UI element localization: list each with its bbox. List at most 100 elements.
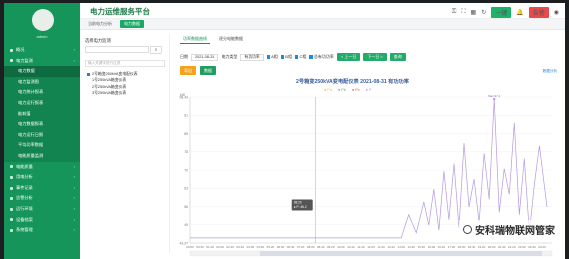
- legend-item[interactable]: Pa: [324, 88, 332, 92]
- sidebar-item[interactable]: 设备档案 ›: [4, 215, 80, 226]
- fullscreen-icon[interactable]: ⛶: [461, 9, 465, 16]
- menu-icon: [10, 48, 13, 52]
- action-bar: 导出 数据: [180, 66, 216, 75]
- sidebar-item-label: 事件记录: [16, 184, 33, 190]
- chevron-right-icon: ›: [73, 57, 75, 63]
- export-button[interactable]: 导出: [180, 66, 196, 75]
- sidebar-item-label: 平均功率数据: [18, 142, 44, 148]
- type-select[interactable]: 有功功率: [240, 53, 264, 61]
- x-tick-label: 22:00: [518, 245, 526, 249]
- sidebar-item[interactable]: 电力数据报表: [4, 119, 80, 130]
- grid-icon[interactable]: ▦: [471, 9, 477, 16]
- x-tick-label: 13:20: [387, 245, 395, 249]
- sidebar-item[interactable]: 系统管理 ›: [4, 225, 80, 236]
- x-tick-label: 08:00: [307, 245, 315, 249]
- quick-button[interactable]: 一键: [491, 7, 512, 18]
- menu-icon: [10, 207, 13, 211]
- sidebar-item-label: 设备档案: [16, 216, 33, 222]
- search-icon[interactable]: ⌕: [150, 45, 162, 54]
- x-tick-label: 18:00: [458, 245, 466, 249]
- sidebar-item[interactable]: 电力数据: [4, 66, 80, 77]
- data-button[interactable]: 数据: [200, 66, 216, 75]
- tab-power-analysis[interactable]: 当前电力分析: [88, 21, 112, 27]
- sidebar-item-label: 电力监测: [16, 57, 33, 63]
- sidebar-item[interactable]: 电力运行报表: [4, 97, 80, 109]
- tab-power-data[interactable]: 电力数据: [120, 20, 144, 28]
- sidebar-item[interactable]: 告警分析 ›: [4, 193, 80, 204]
- phase-b-checkbox[interactable]: B相: [280, 54, 292, 60]
- sidebar-item[interactable]: 用电分析 ›: [4, 172, 80, 183]
- y-axis-label: kW: [180, 93, 186, 97]
- sidebar-item[interactable]: 电力监测图: [4, 76, 80, 88]
- sidebar-item-label: 告警分析: [16, 195, 33, 201]
- x-tick-label: 20:00: [488, 245, 496, 249]
- x-tick-label: 15:20: [418, 245, 426, 249]
- next-day-button[interactable]: 下一日 >: [363, 53, 387, 61]
- y-tick-label: 49: [184, 223, 188, 227]
- total-power-checkbox[interactable]: 总有功功率: [309, 54, 334, 60]
- x-tick-label: 19:20: [478, 245, 486, 249]
- sidebar-item[interactable]: 能耗值: [4, 108, 80, 120]
- date-input[interactable]: 2021-08-31: [191, 53, 219, 61]
- tree-node[interactable]: 3号250kVA箱变仪表: [87, 90, 138, 96]
- x-tick-label: 12:40: [377, 245, 385, 249]
- chevron-right-icon: ›: [73, 227, 75, 233]
- x-tick-label: 22:40: [528, 245, 536, 249]
- menu-icon: [10, 186, 13, 190]
- tooltip-time: 08:20: [294, 200, 302, 204]
- tab-minute-energy[interactable]: 逐分电能数据: [216, 35, 246, 44]
- chevron-right-icon: ›: [73, 205, 75, 211]
- legend-item[interactable]: Pb: [338, 88, 346, 92]
- tree-filter-input[interactable]: 输入关键字进行过滤: [85, 60, 165, 67]
- sidebar-item[interactable]: 电能质量监测: [4, 150, 80, 162]
- sidebar-item[interactable]: 电力运行日报: [4, 129, 80, 141]
- sidebar-item[interactable]: 电力统计报表: [4, 87, 80, 98]
- chevron-right-icon: ›: [73, 47, 75, 52]
- tab-power-curve[interactable]: 功率数据曲线: [180, 35, 210, 44]
- sidebar-item[interactable]: 运行环境 ›: [4, 204, 80, 215]
- app-title: 电力运维服务平台: [90, 7, 150, 16]
- x-tick-label: 17:20: [448, 245, 456, 249]
- x-tick-label: 18:40: [468, 245, 476, 249]
- sidebar-item[interactable]: 事件记录 ›: [4, 183, 80, 194]
- alarm-button[interactable]: 告警: [528, 7, 549, 18]
- sub-tabs: 功率数据曲线 逐分电能数据: [180, 35, 246, 44]
- sidebar-item-label: 电力运行日报: [18, 131, 44, 137]
- lock-icon[interactable]: ⚿: [452, 9, 457, 16]
- x-tick-label: 05:20: [267, 245, 275, 249]
- phase-a-checkbox[interactable]: A相: [266, 54, 278, 60]
- sidebar-item[interactable]: 概况 ›: [4, 45, 80, 56]
- sidebar-item[interactable]: 平均功率数据: [4, 140, 80, 151]
- prev-day-button[interactable]: < 上一日: [336, 53, 361, 61]
- sidebar-item-label: 电力统计报表: [18, 89, 44, 95]
- sidebar-item[interactable]: 电能质量 ›: [4, 162, 80, 173]
- x-tick-label: 12:00: [367, 245, 375, 249]
- series-line-p[interactable]: [190, 98, 548, 239]
- x-tick-label: 07:20: [297, 245, 305, 249]
- user-name: admin: [36, 34, 48, 39]
- x-tick-label: 10:40: [347, 245, 355, 249]
- phase-c-checkbox[interactable]: C相: [294, 54, 306, 60]
- notification-icon[interactable]: 🔔: [516, 9, 523, 16]
- user-icon[interactable]: ◉: [554, 9, 559, 16]
- menu-icon: [10, 228, 13, 232]
- header-tools: ⚿ ⛶ ▦ ↻ 一键 🔔 告警 ◉: [452, 7, 559, 18]
- user-avatar[interactable]: [32, 9, 54, 31]
- legend-item[interactable]: Pc: [352, 88, 359, 92]
- x-tick-label: 09:20: [327, 245, 335, 249]
- peak-marker: [492, 97, 496, 101]
- refresh-icon[interactable]: ↻: [481, 9, 486, 16]
- legend-item[interactable]: P: [366, 88, 372, 92]
- data-analysis-link[interactable]: 数据分析: [543, 69, 557, 74]
- device-search-input[interactable]: [85, 46, 149, 53]
- sidebar-item[interactable]: 电力监测 ›: [4, 56, 80, 67]
- zoom-window[interactable]: [260, 251, 542, 256]
- sidebar-item-label: 电能质量: [16, 163, 33, 169]
- x-tick-label: 11:20: [357, 245, 365, 249]
- x-tick-label: 16:40: [438, 245, 446, 249]
- x-tick-label: 00:40: [196, 245, 204, 249]
- query-button[interactable]: 查询: [389, 53, 406, 61]
- x-tick-label: 01:20: [206, 245, 214, 249]
- top-header: 电力运维服务平台 ⚿ ⛶ ▦ ↻ 一键 🔔 告警 ◉: [80, 3, 565, 19]
- x-tick-label: 02:00: [216, 245, 224, 249]
